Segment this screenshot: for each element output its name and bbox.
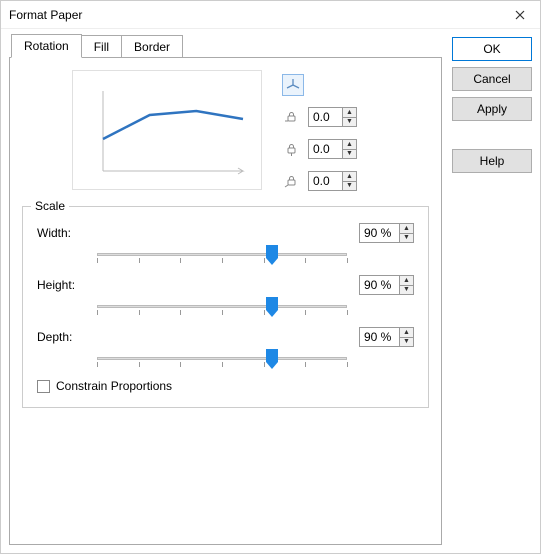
scale-height-spin[interactable]: ▲▼ <box>359 275 414 295</box>
axis-x-input[interactable] <box>308 107 342 127</box>
button-column: OK Cancel Apply Help <box>442 33 532 545</box>
axis-orient-button[interactable] <box>282 74 357 96</box>
constrain-checkbox[interactable] <box>37 380 50 393</box>
scale-width-up[interactable]: ▲ <box>400 224 413 233</box>
lock-z-icon <box>282 172 300 190</box>
scale-height-down[interactable]: ▼ <box>400 285 413 295</box>
scale-width-row: Width: ▲▼ <box>37 223 414 243</box>
close-icon <box>515 10 525 20</box>
scale-height-slider[interactable] <box>97 299 347 319</box>
scale-width-spin[interactable]: ▲▼ <box>359 223 414 243</box>
scale-height-input[interactable] <box>359 275 399 295</box>
tab-rotation[interactable]: Rotation <box>11 34 82 58</box>
axis-y-down[interactable]: ▼ <box>343 149 356 159</box>
axis-y-up[interactable]: ▲ <box>343 140 356 149</box>
window-title: Format Paper <box>9 8 500 22</box>
main-panel: Rotation Fill Border <box>9 33 442 545</box>
tab-fill[interactable]: Fill <box>81 35 122 58</box>
scale-depth-up[interactable]: ▲ <box>400 328 413 337</box>
dialog-window: Format Paper Rotation Fill Border <box>0 0 541 554</box>
axis-y-input[interactable] <box>308 139 342 159</box>
constrain-label: Constrain Proportions <box>56 379 172 393</box>
close-button[interactable] <box>500 1 540 29</box>
tabpanel-rotation: ▲▼ ▲▼ <box>9 57 442 545</box>
scale-height-row: Height: ▲▼ <box>37 275 414 295</box>
lock-x-icon <box>282 108 300 126</box>
axis-z-spin[interactable]: ▲▼ <box>308 171 357 191</box>
axis-z-input[interactable] <box>308 171 342 191</box>
axis-x-spin[interactable]: ▲▼ <box>308 107 357 127</box>
scale-height-label: Height: <box>37 278 97 292</box>
axis-y-row: ▲▼ <box>282 138 357 160</box>
constrain-row[interactable]: Constrain Proportions <box>37 379 414 393</box>
axis-x-up[interactable]: ▲ <box>343 108 356 117</box>
axis-z-row: ▲▼ <box>282 170 357 192</box>
dialog-body: Rotation Fill Border <box>1 29 540 553</box>
scale-width-slider[interactable] <box>97 247 347 267</box>
axes-3d-icon <box>282 74 304 96</box>
tabstrip: Rotation Fill Border <box>11 33 442 57</box>
titlebar: Format Paper <box>1 1 540 29</box>
scale-fieldset: Scale Width: ▲▼ Height: ▲▼ <box>22 206 429 408</box>
preview-svg <box>73 71 261 189</box>
scale-depth-down[interactable]: ▼ <box>400 337 413 347</box>
cancel-button[interactable]: Cancel <box>452 67 532 91</box>
scale-width-down[interactable]: ▼ <box>400 233 413 243</box>
scale-width-input[interactable] <box>359 223 399 243</box>
axis-z-up[interactable]: ▲ <box>343 172 356 181</box>
axis-x-down[interactable]: ▼ <box>343 117 356 127</box>
axis-x-row: ▲▼ <box>282 106 357 128</box>
lock-y-icon <box>282 140 300 158</box>
axis-y-spin[interactable]: ▲▼ <box>308 139 357 159</box>
apply-button[interactable]: Apply <box>452 97 532 121</box>
scale-legend: Scale <box>31 199 69 213</box>
scale-depth-slider[interactable] <box>97 351 347 371</box>
scale-depth-spin[interactable]: ▲▼ <box>359 327 414 347</box>
axis-controls: ▲▼ ▲▼ <box>282 74 357 192</box>
help-button[interactable]: Help <box>452 149 532 173</box>
scale-depth-input[interactable] <box>359 327 399 347</box>
axis-z-down[interactable]: ▼ <box>343 181 356 191</box>
preview-chart <box>72 70 262 190</box>
scale-depth-row: Depth: ▲▼ <box>37 327 414 347</box>
scale-width-label: Width: <box>37 226 97 240</box>
ok-button[interactable]: OK <box>452 37 532 61</box>
rotation-upper: ▲▼ ▲▼ <box>22 70 429 192</box>
scale-height-up[interactable]: ▲ <box>400 276 413 285</box>
scale-depth-label: Depth: <box>37 330 97 344</box>
tab-border[interactable]: Border <box>121 35 183 58</box>
